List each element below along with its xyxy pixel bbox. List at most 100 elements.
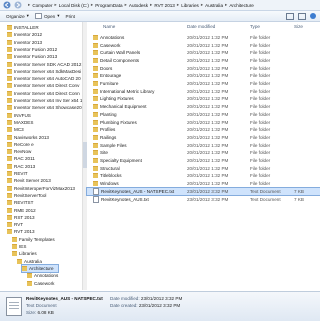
nav-tree-item[interactable]: IES (12, 243, 26, 250)
nav-tree-item[interactable]: RVT (7, 221, 23, 228)
file-row[interactable]: Doors 20/01/2012 1:32 PM File folder (87, 65, 320, 72)
breadcrumb-item[interactable]: Local Disk (C:) (59, 3, 89, 8)
forward-button[interactable] (13, 1, 22, 10)
file-name: Curtain Wall Panels (100, 50, 141, 56)
file-date-modified-cell: 20/01/2012 1:32 PM (187, 142, 228, 149)
nav-tree-item[interactable]: Architecture (21, 263, 59, 273)
breadcrumb-separator-icon[interactable]: ▸ (177, 2, 179, 8)
organize-button[interactable]: Organize ▾ (6, 13, 29, 19)
file-row[interactable]: Sample Files 20/01/2012 1:32 PM File folde… (87, 142, 320, 149)
breadcrumb-item[interactable]: Libraries (181, 3, 199, 8)
nav-tree-item[interactable]: Inventor Fusion 2013 (7, 53, 57, 60)
file-row[interactable]: RevitKeynotes_AUS - NATSPEC.txt 23/01/201… (86, 187, 320, 196)
file-row[interactable]: Casework 20/01/2012 1:32 PM File folder (87, 42, 320, 49)
column-header-size[interactable]: Size (294, 22, 303, 31)
breadcrumb-separator-icon[interactable]: ▸ (28, 2, 30, 8)
file-name: Doors (100, 65, 113, 71)
nav-tree-item[interactable]: RAC 2011 (7, 155, 35, 162)
nav-tree-item[interactable]: REVITST (7, 199, 33, 206)
preview-pane-icon[interactable] (298, 13, 306, 20)
file-row[interactable]: Site 20/01/2012 1:32 PM File folder (87, 150, 320, 157)
breadcrumb-separator-icon[interactable]: ▸ (125, 2, 127, 8)
breadcrumb-item[interactable]: Autodesk (129, 3, 148, 8)
nav-tree-item[interactable]: Inventor Server x64 Showcase20 (7, 104, 82, 111)
breadcrumb-separator-icon[interactable]: ▸ (225, 2, 227, 8)
column-header-date[interactable]: Date modified (187, 22, 215, 31)
nav-tree-item[interactable]: RevitInteroperForVizMax2013 (7, 185, 75, 192)
file-row[interactable]: Plumbing Fixtures 20/01/2012 1:32 PM File … (87, 119, 320, 126)
breadcrumb-item[interactable]: Computer (32, 3, 52, 8)
nav-tree-item[interactable]: Annotations (27, 272, 58, 279)
breadcrumb-item[interactable]: ProgramData (95, 3, 122, 8)
folder-icon (7, 163, 12, 169)
breadcrumb-item[interactable]: Architecture (229, 3, 254, 8)
nav-tree-item[interactable]: RevNow (7, 148, 31, 155)
file-row[interactable]: Windows 20/01/2012 1:32 PM File folder (87, 180, 320, 187)
folder-icon (7, 127, 12, 133)
view-options-icon[interactable] (286, 13, 294, 20)
nav-tree-item[interactable]: Inventor Server x64 Direct Conv (7, 82, 79, 89)
open-button[interactable]: Open ▾ (34, 13, 60, 19)
back-button[interactable] (2, 1, 11, 10)
nav-tree-item[interactable]: REVIT (7, 170, 28, 177)
file-row[interactable]: Specialty Equipment 20/01/2012 1:32 PM Fil… (87, 157, 320, 164)
breadcrumb-separator-icon[interactable]: ▸ (150, 2, 152, 8)
file-name: RevitKeynotes_AUS - NATSPEC.txt (101, 188, 175, 194)
breadcrumb-separator-icon[interactable]: ▸ (201, 2, 203, 8)
file-row[interactable]: Curtain Wall Panels 20/01/2012 1:32 PM Fil… (87, 49, 320, 56)
nav-tree-item[interactable]: INVFUS (7, 112, 31, 119)
help-icon[interactable] (310, 13, 316, 19)
nav-tree-item[interactable]: RevitServerTool (7, 192, 46, 199)
breadcrumb-item[interactable]: RVT 2013 (154, 3, 175, 8)
file-name-cell: Profiles (93, 126, 115, 133)
nav-tree-item[interactable]: Navisworks 2013 (7, 134, 49, 141)
nav-tree-item[interactable]: Inventor Fusion 2012 (7, 46, 57, 53)
nav-tree-item[interactable]: Libraries (12, 250, 37, 257)
nav-tree-item[interactable]: ReCore e (7, 141, 34, 148)
nav-tree-item[interactable]: RAC 2013 (7, 163, 35, 170)
nav-tree-item[interactable]: RVT 2013 (7, 228, 35, 235)
file-row[interactable]: Lighting Fixtures 20/01/2012 1:32 PM File … (87, 96, 320, 103)
nav-tree-item[interactable]: Inventor Server x64 SdkMaxDesi (7, 68, 81, 75)
navigation-pane[interactable]: INSTALLER Inventor 2012 Inventor 2013 Inven… (0, 22, 83, 290)
nav-tree-item-label: MC3 (14, 127, 24, 133)
nav-tree-item[interactable]: MAXDES (7, 119, 33, 126)
file-list[interactable]: Name Date modified Type Size Annotations… (86, 22, 320, 290)
file-row[interactable]: Planting 20/01/2012 1:32 PM File folder (87, 111, 320, 118)
column-header-name[interactable]: Name (103, 22, 115, 31)
nav-tree-item[interactable]: RME 2012 (7, 207, 36, 214)
breadcrumb-separator-icon[interactable]: ▸ (91, 2, 93, 8)
file-row[interactable]: Furniture 20/01/2012 1:32 PM File folder (87, 80, 320, 87)
nav-tree-item[interactable]: RST 2013 (7, 214, 35, 221)
nav-tree-item[interactable]: Australia (17, 258, 42, 265)
column-header-type[interactable]: Type (250, 22, 260, 31)
nav-tree-item[interactable]: Revit Server 2013 (7, 177, 51, 184)
nav-tree-item[interactable]: Inventor Server x64 Direct Conn (7, 90, 80, 97)
nav-tree-item[interactable]: Casework (27, 280, 54, 287)
print-button[interactable]: Print (66, 14, 75, 19)
breadcrumb-item[interactable]: Australia (205, 3, 223, 8)
breadcrumb[interactable]: ▸ Computer ▸ Local Disk (C:) ▸ ProgramData ▸ Au… (26, 2, 254, 8)
file-row[interactable]: Structural 20/01/2012 1:32 PM File folder (87, 165, 320, 172)
nav-tree-item[interactable]: INSTALLER (7, 24, 39, 31)
nav-tree-item[interactable]: Inventor Server SDK ACAD 2012 (7, 61, 81, 68)
nav-tree-item[interactable]: Inventor Server x64 AutoCAD 20 (7, 75, 81, 82)
nav-tree-item[interactable]: Inventor 2012 (7, 31, 42, 38)
nav-tree-item[interactable]: Family Templates (12, 236, 55, 243)
file-row[interactable]: Titleblocks 20/01/2012 1:32 PM File folder (87, 173, 320, 180)
file-row[interactable]: Mechanical Equipment 20/01/2012 1:32 PM Fi… (87, 103, 320, 110)
file-row[interactable]: Annotations 20/01/2012 1:32 PM File folder (87, 34, 320, 41)
file-row[interactable]: Detail Components 20/01/2012 1:32 PM File … (87, 57, 320, 64)
file-row[interactable]: RevitKeynotes_AUS.txt 23/01/2012 3:32 PM T… (87, 195, 320, 203)
nav-tree-item[interactable]: Inventor 2013 (7, 39, 42, 46)
nav-tree-item[interactable]: MC3 (7, 126, 24, 133)
breadcrumb-separator-icon[interactable]: ▸ (54, 2, 56, 8)
file-row[interactable]: International Metric Library 20/01/2012 1… (87, 88, 320, 95)
file-row[interactable]: Profiles 20/01/2012 1:32 PM File folder (87, 126, 320, 133)
file-row[interactable]: Entourage 20/01/2012 1:32 PM File folder (87, 73, 320, 80)
file-type-cell: File folder (250, 165, 270, 172)
file-row[interactable]: Railings 20/01/2012 1:32 PM File folder (87, 134, 320, 141)
nav-tree-item[interactable]: Inventor Server x64 Inv Ser x64 1 (7, 97, 82, 104)
file-date-modified-cell: 20/01/2012 1:32 PM (187, 134, 228, 141)
folder-icon (93, 165, 98, 171)
